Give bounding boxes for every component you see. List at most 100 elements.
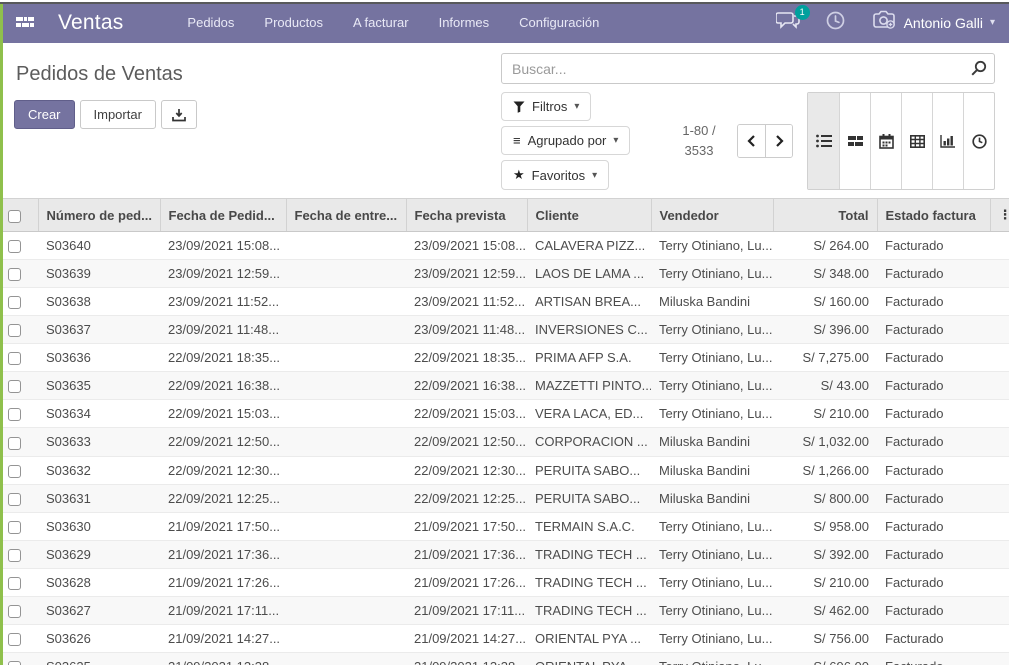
table-row[interactable]: S03636 22/09/2021 18:35... 22/09/2021 18… <box>0 344 1009 372</box>
import-button[interactable]: Importar <box>80 100 156 129</box>
table-row[interactable]: S03638 23/09/2021 11:52... 23/09/2021 11… <box>0 288 1009 316</box>
table-row[interactable]: S03631 22/09/2021 12:25... 22/09/2021 12… <box>0 484 1009 512</box>
cell-delivery-date <box>286 484 406 512</box>
create-button[interactable]: Crear <box>14 100 75 129</box>
star-icon: ★ <box>513 167 525 183</box>
cell-salesperson: Terry Otiniano, Lu... <box>651 596 773 624</box>
messages-button[interactable]: 1 <box>776 12 800 34</box>
column-header-salesperson[interactable]: Vendedor <box>651 199 773 232</box>
row-checkbox[interactable] <box>8 661 21 665</box>
view-calendar-button[interactable] <box>870 93 901 189</box>
row-checkbox[interactable] <box>8 549 21 562</box>
nav-menu-informes[interactable]: Informes <box>439 15 490 30</box>
app-title: Ventas <box>58 11 123 35</box>
cell-salesperson: Terry Otiniano, Lu... <box>651 400 773 428</box>
row-checkbox[interactable] <box>8 465 21 478</box>
row-checkbox[interactable] <box>8 408 21 421</box>
cell-total: S/ 348.00 <box>773 260 877 288</box>
row-checkbox[interactable] <box>8 324 21 337</box>
view-kanban-button[interactable] <box>839 93 870 189</box>
funnel-icon <box>513 101 525 113</box>
cell-invoice-status: Facturado <box>877 512 990 540</box>
column-header-number[interactable]: Número de ped... <box>38 199 160 232</box>
row-checkbox[interactable] <box>8 577 21 590</box>
nav-menu-configuracion[interactable]: Configuración <box>519 15 599 30</box>
column-header-delivery-date[interactable]: Fecha de entre... <box>286 199 406 232</box>
row-checkbox[interactable] <box>8 380 21 393</box>
view-pivot-button[interactable] <box>901 93 932 189</box>
row-checkbox[interactable] <box>8 521 21 534</box>
cell-customer: VERA LACA, ED... <box>527 400 651 428</box>
table-row[interactable]: S03625 21/09/2021 12:38... 21/09/2021 12… <box>0 652 1009 665</box>
pivot-view-icon <box>910 135 925 148</box>
cell-order-number: S03634 <box>38 400 160 428</box>
column-header-order-date[interactable]: Fecha de Pedid... <box>160 199 286 232</box>
cell-order-number: S03628 <box>38 568 160 596</box>
optional-columns-button[interactable]: ⋮ <box>990 199 1009 232</box>
column-header-total[interactable]: Total <box>773 199 877 232</box>
table-row[interactable]: S03628 21/09/2021 17:26... 21/09/2021 17… <box>0 568 1009 596</box>
view-list-button[interactable] <box>808 93 839 189</box>
column-header-customer[interactable]: Cliente <box>527 199 651 232</box>
select-all-checkbox[interactable] <box>8 210 21 223</box>
filters-dropdown[interactable]: Filtros ▾ <box>501 92 591 121</box>
table-row[interactable]: S03632 22/09/2021 12:30... 22/09/2021 12… <box>0 456 1009 484</box>
cell-delivery-date <box>286 260 406 288</box>
column-header-invoice-status[interactable]: Estado factura <box>877 199 990 232</box>
cell-salesperson: Terry Otiniano, Lu... <box>651 372 773 400</box>
row-checkbox[interactable] <box>8 296 21 309</box>
cell-order-date: 21/09/2021 17:36... <box>160 540 286 568</box>
cell-invoice-status: Facturado <box>877 428 990 456</box>
apps-menu-icon[interactable] <box>12 10 38 36</box>
pager-next-button[interactable] <box>765 125 792 157</box>
table-row[interactable]: S03637 23/09/2021 11:48... 23/09/2021 11… <box>0 316 1009 344</box>
table-row[interactable]: S03630 21/09/2021 17:50... 21/09/2021 17… <box>0 512 1009 540</box>
row-checkbox[interactable] <box>8 633 21 646</box>
cell-invoice-status: Facturado <box>877 372 990 400</box>
table-row[interactable]: S03629 21/09/2021 17:36... 21/09/2021 17… <box>0 540 1009 568</box>
activities-button[interactable] <box>826 11 845 35</box>
row-checkbox[interactable] <box>8 493 21 506</box>
row-checkbox[interactable] <box>8 268 21 281</box>
groupby-dropdown[interactable]: ≡ Agrupado por ▾ <box>501 126 630 155</box>
table-row[interactable]: S03635 22/09/2021 16:38... 22/09/2021 16… <box>0 372 1009 400</box>
search-icon[interactable] <box>970 60 987 82</box>
orders-table-body: S03640 23/09/2021 15:08... 23/09/2021 15… <box>0 232 1009 665</box>
cell-expected-date: 23/09/2021 15:08... <box>406 232 527 260</box>
table-row[interactable]: S03634 22/09/2021 15:03... 22/09/2021 15… <box>0 400 1009 428</box>
pager-previous-button[interactable] <box>738 125 765 157</box>
cell-salesperson: Terry Otiniano, Lu... <box>651 652 773 665</box>
row-checkbox[interactable] <box>8 437 21 450</box>
cell-total: S/ 7,275.00 <box>773 344 877 372</box>
cell-order-date: 21/09/2021 17:26... <box>160 568 286 596</box>
cell-delivery-date <box>286 372 406 400</box>
cell-total: S/ 462.00 <box>773 596 877 624</box>
row-checkbox[interactable] <box>8 352 21 365</box>
camera-avatar-icon <box>871 10 897 35</box>
nav-menu-a-facturar[interactable]: A facturar <box>353 15 409 30</box>
favorites-dropdown[interactable]: ★ Favoritos ▾ <box>501 160 609 190</box>
nav-menu-productos[interactable]: Productos <box>264 15 323 30</box>
table-row[interactable]: S03640 23/09/2021 15:08... 23/09/2021 15… <box>0 232 1009 260</box>
view-activity-button[interactable] <box>963 93 994 189</box>
cell-order-date: 23/09/2021 12:59... <box>160 260 286 288</box>
row-checkbox[interactable] <box>8 240 21 253</box>
row-checkbox[interactable] <box>8 605 21 618</box>
cell-order-number: S03631 <box>38 484 160 512</box>
cell-order-date: 21/09/2021 17:11... <box>160 596 286 624</box>
view-graph-button[interactable] <box>932 93 963 189</box>
export-button[interactable] <box>161 100 197 129</box>
table-row[interactable]: S03633 22/09/2021 12:50... 22/09/2021 12… <box>0 428 1009 456</box>
cell-delivery-date <box>286 456 406 484</box>
window-left-accent-stripe <box>0 2 3 665</box>
user-menu[interactable]: Antonio Galli ▾ <box>871 10 995 35</box>
cell-expected-date: 22/09/2021 12:30... <box>406 456 527 484</box>
cell-delivery-date <box>286 344 406 372</box>
table-row[interactable]: S03639 23/09/2021 12:59... 23/09/2021 12… <box>0 260 1009 288</box>
table-row[interactable]: S03627 21/09/2021 17:11... 21/09/2021 17… <box>0 596 1009 624</box>
nav-menu-pedidos[interactable]: Pedidos <box>187 15 234 30</box>
column-header-expected-date[interactable]: Fecha prevista <box>406 199 527 232</box>
cell-delivery-date <box>286 568 406 596</box>
table-row[interactable]: S03626 21/09/2021 14:27... 21/09/2021 14… <box>0 624 1009 652</box>
search-input[interactable] <box>501 53 995 84</box>
